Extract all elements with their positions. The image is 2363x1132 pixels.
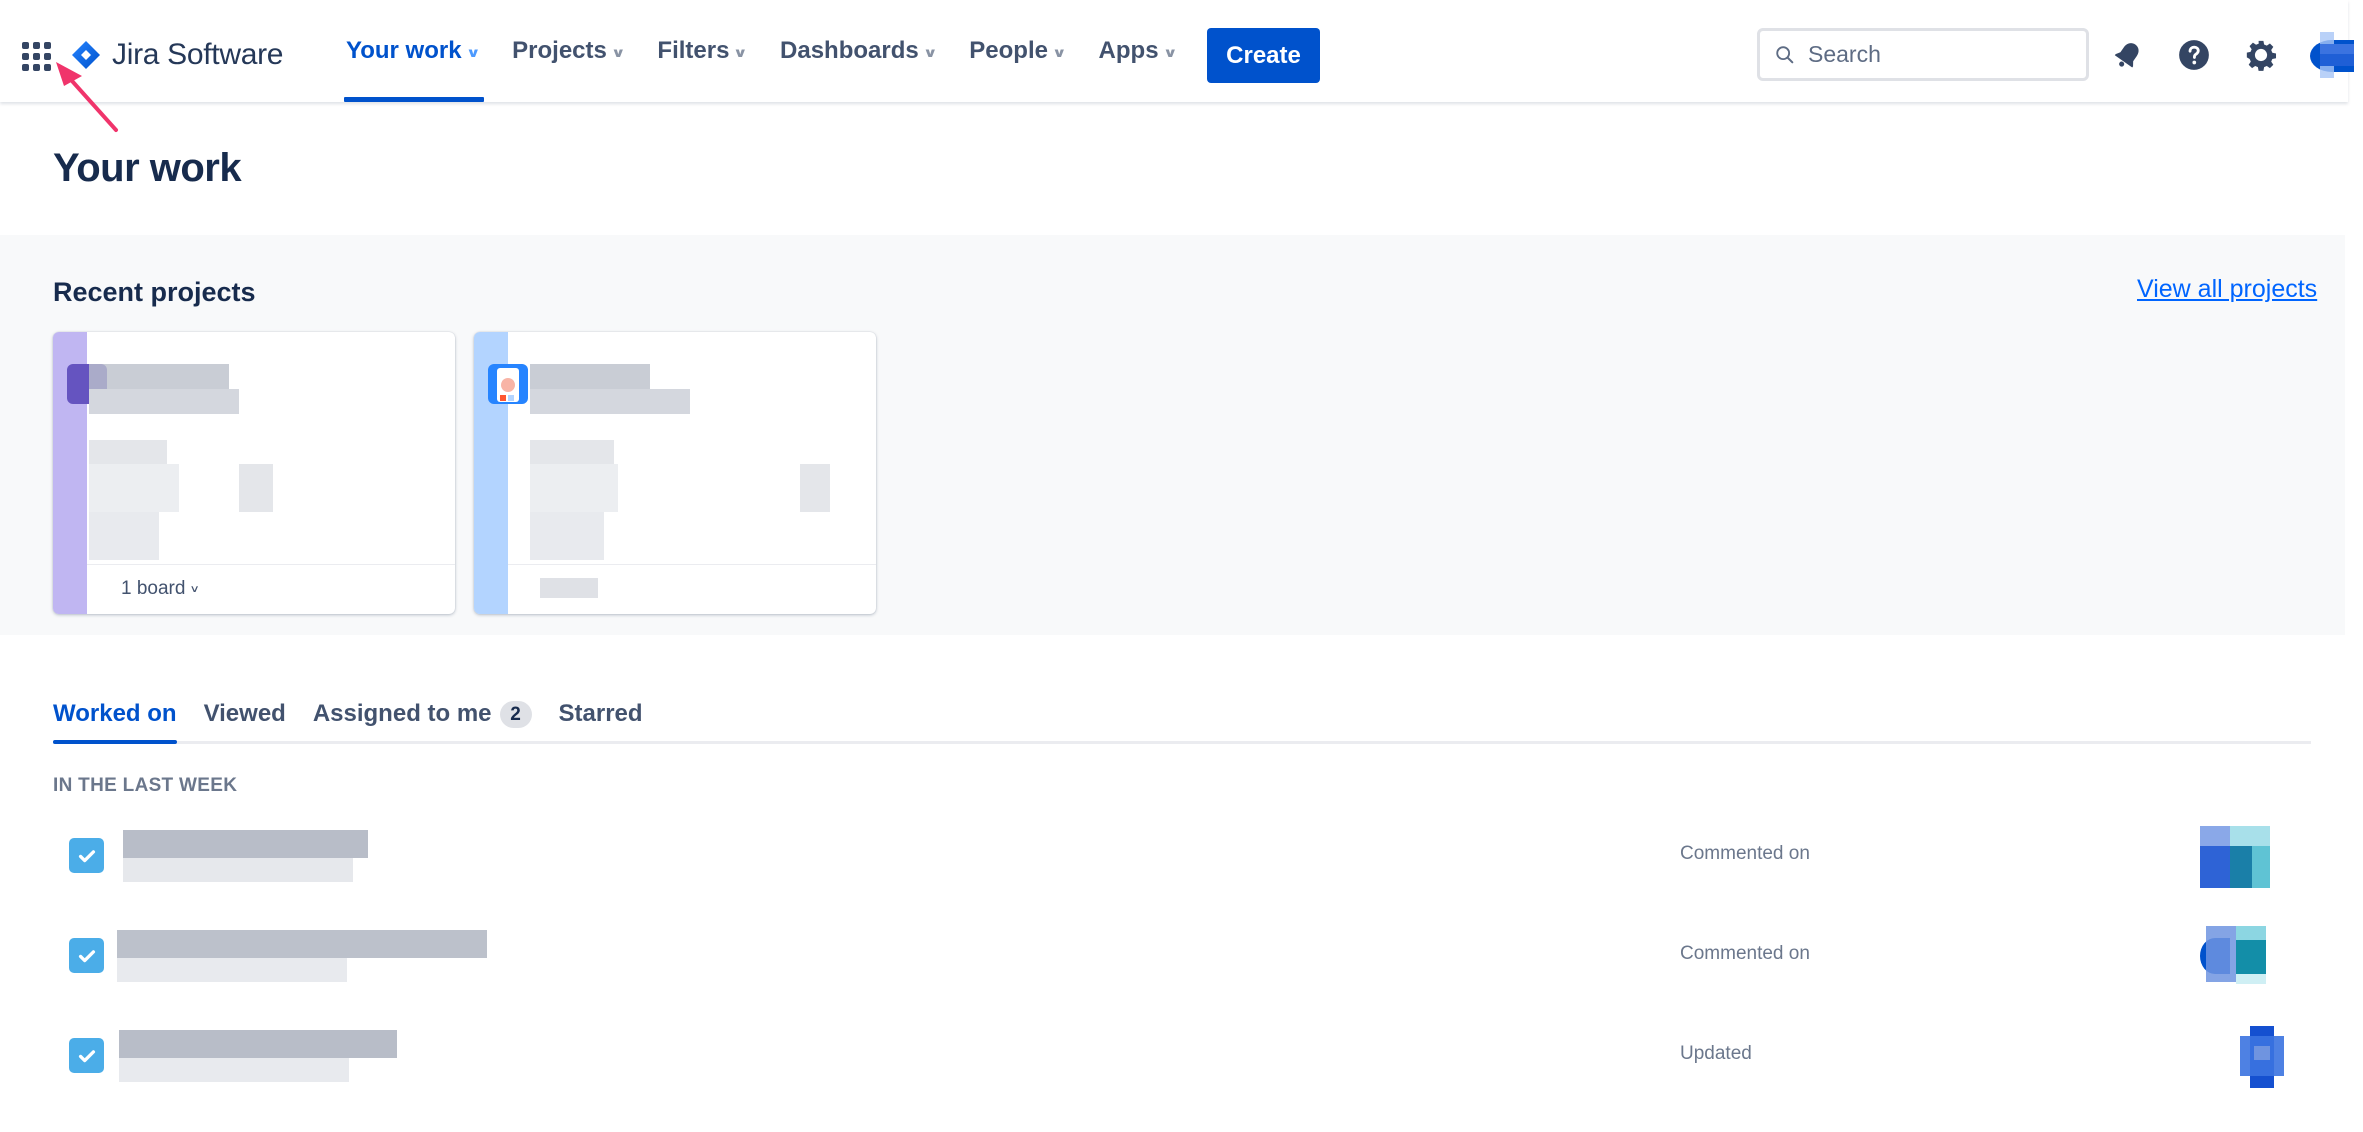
chevron-down-icon: ∨ xyxy=(189,583,201,595)
task-checkbox-icon xyxy=(69,1038,104,1073)
nav-projects[interactable]: Projects ∨ xyxy=(510,0,625,102)
search-icon xyxy=(1776,45,1794,63)
project-name-redacted xyxy=(89,364,229,389)
activity-label: Updated xyxy=(1680,1043,1752,1064)
nav-dashboards[interactable]: Dashboards ∨ xyxy=(778,0,937,102)
tab-assigned-to-me[interactable]: Assigned to me 2 xyxy=(313,700,532,741)
project-card[interactable] xyxy=(474,332,876,614)
project-key-redacted xyxy=(530,389,690,414)
nav-label: Your work xyxy=(346,37,462,64)
issue-title-redacted xyxy=(123,830,368,858)
view-all-projects-link[interactable]: View all projects xyxy=(2137,275,2317,304)
tab-label: Viewed xyxy=(203,700,286,727)
tab-label: Starred xyxy=(558,700,643,727)
assignee-avatar[interactable] xyxy=(2200,826,2270,888)
chevron-down-icon: ∨ xyxy=(610,45,626,60)
project-card[interactable]: 1 board ∨ xyxy=(53,332,455,614)
jira-diamond-icon xyxy=(72,41,100,69)
issue-key-redacted xyxy=(117,958,347,982)
redacted-block xyxy=(239,464,273,512)
activity-label: Commented on xyxy=(1680,943,1810,964)
issue-title-redacted xyxy=(117,930,487,958)
tab-label: Worked on xyxy=(53,700,177,727)
help-icon[interactable] xyxy=(2176,37,2212,73)
chevron-down-icon: ∨ xyxy=(465,45,481,60)
tab-viewed[interactable]: Viewed xyxy=(204,700,286,741)
chevron-down-icon: ∨ xyxy=(733,45,749,60)
nav-label: Filters xyxy=(657,37,730,64)
nav-your-work[interactable]: Your work ∨ xyxy=(344,0,485,102)
tab-worked-on[interactable]: Worked on xyxy=(53,700,177,744)
redacted-block xyxy=(800,464,830,512)
nav-label: Projects xyxy=(512,37,607,64)
redacted-block xyxy=(89,464,179,512)
project-name-redacted xyxy=(530,364,650,389)
issue-key-redacted xyxy=(119,1058,349,1082)
task-checkbox-icon xyxy=(69,838,104,873)
nav-filters[interactable]: Filters ∨ xyxy=(655,0,748,102)
page-title: Your work xyxy=(53,146,242,190)
assignee-avatar[interactable] xyxy=(2200,926,2270,988)
issue-title-redacted xyxy=(119,1030,397,1058)
project-key-redacted xyxy=(89,389,239,414)
redacted-block xyxy=(530,464,618,512)
top-navigation-bar: Jira Software Your work ∨ Projects ∨ Filte… xyxy=(0,0,2354,102)
chevron-down-icon: ∨ xyxy=(1162,45,1178,60)
card-divider xyxy=(508,564,876,565)
nav-people[interactable]: People ∨ xyxy=(967,0,1066,102)
activity-label: Commented on xyxy=(1680,843,1810,864)
card-divider xyxy=(87,564,455,565)
redacted-block xyxy=(530,512,604,560)
issue-key-redacted xyxy=(123,858,353,882)
nav-label: Dashboards xyxy=(780,37,919,64)
count-badge: 2 xyxy=(499,701,532,728)
user-avatar[interactable] xyxy=(2310,32,2354,78)
create-button[interactable]: Create xyxy=(1207,28,1320,83)
notifications-bell-icon[interactable] xyxy=(2110,37,2146,73)
recent-projects-heading: Recent projects xyxy=(53,277,256,307)
tab-label: Assigned to me xyxy=(312,700,492,727)
redacted-block xyxy=(530,440,614,464)
redacted-block xyxy=(89,440,167,464)
search-input[interactable] xyxy=(1808,41,2068,68)
nav-label: Apps xyxy=(1098,37,1159,64)
list-item[interactable]: Updated xyxy=(53,1008,2313,1104)
boards-label-redacted xyxy=(540,578,598,598)
nav-apps[interactable]: Apps ∨ xyxy=(1097,0,1178,102)
product-name: Jira Software xyxy=(112,38,284,71)
task-checkbox-icon xyxy=(69,938,104,973)
apps-grid-icon[interactable] xyxy=(22,42,52,72)
project-avatar-icon xyxy=(488,364,528,404)
chevron-down-icon: ∨ xyxy=(1051,45,1067,60)
main-nav: Your work ∨ Projects ∨ Filters ∨ Dashboards… xyxy=(344,0,1207,102)
search-box[interactable] xyxy=(1757,28,2089,81)
project-avatar-image xyxy=(497,368,519,402)
tab-starred[interactable]: Starred xyxy=(559,700,643,741)
boards-label: 1 board xyxy=(121,578,186,599)
list-item[interactable]: Commented on xyxy=(53,808,2313,904)
nav-label: People xyxy=(969,37,1048,64)
list-item[interactable]: Commented on xyxy=(53,908,2313,1004)
settings-gear-icon[interactable] xyxy=(2243,37,2279,73)
boards-dropdown[interactable]: 1 board ∨ xyxy=(121,578,201,600)
assignee-avatar[interactable] xyxy=(2240,1026,2284,1088)
work-tabs: Worked on Viewed Assigned to me 2 Starred xyxy=(53,700,2311,744)
redacted-block xyxy=(89,512,159,560)
jira-logo[interactable]: Jira Software xyxy=(70,36,283,74)
chevron-down-icon: ∨ xyxy=(922,45,938,60)
section-label: IN THE LAST WEEK xyxy=(53,775,238,796)
